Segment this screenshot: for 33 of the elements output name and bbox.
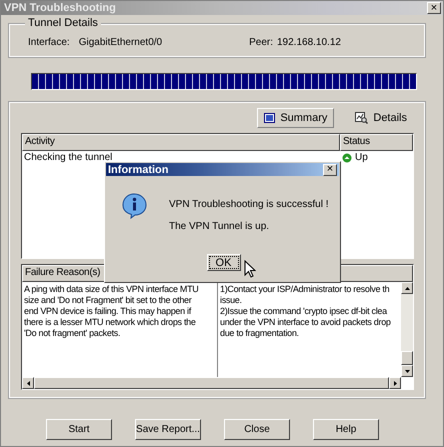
dialog-button[interactable]: Help (313, 419, 379, 440)
right-arrow-icon (392, 380, 398, 386)
chart-magnifier-icon (355, 112, 368, 124)
column-header[interactable]: Activity (22, 134, 340, 151)
status-up-icon (342, 152, 352, 162)
dialog-title: Information (108, 164, 168, 176)
down-arrow-icon (404, 368, 410, 374)
vertical-scrollbar[interactable] (401, 282, 413, 377)
status-text: Up (355, 152, 368, 163)
peer-label: Peer: (249, 37, 273, 48)
group-title: Tunnel Details (25, 17, 101, 29)
window-title: VPN Troubleshooting (4, 2, 116, 14)
dialog-button[interactable]: Start (46, 419, 112, 440)
action-text: 1)Contact your ISP/Administrator to resolve th issue. 2)Issue the command 'crypto ipsec df-bit clea under the VPN interface to avoid packets drop due to fragmentation. (219, 283, 392, 340)
info-icon (122, 193, 147, 219)
column-header[interactable]: Status (340, 134, 413, 151)
peer-value: 192.168.10.12 (277, 37, 341, 48)
table-cell-text: Checking the tunnel (23, 151, 114, 164)
close-button[interactable]: × (427, 2, 441, 14)
message-text: The VPN Tunnel is up. (169, 221, 270, 232)
left-arrow-icon (24, 380, 32, 386)
list-icon (264, 113, 276, 123)
view-tab[interactable]: Summary (257, 108, 334, 128)
ok-button[interactable]: OK (206, 254, 240, 271)
cursor-icon (244, 260, 256, 278)
interface-value: GigabitEthernet0/0 (78, 37, 162, 48)
up-arrow-icon (404, 284, 410, 292)
scrollbar-thumb[interactable] (401, 351, 413, 365)
interface-label: Interface: (28, 37, 70, 48)
message-text: VPN Troubleshooting is successful ! (169, 199, 329, 210)
close-button[interactable]: × (323, 164, 337, 176)
dialog-button[interactable]: Save Report... (135, 419, 201, 440)
dialog-button[interactable]: Close (224, 419, 290, 440)
